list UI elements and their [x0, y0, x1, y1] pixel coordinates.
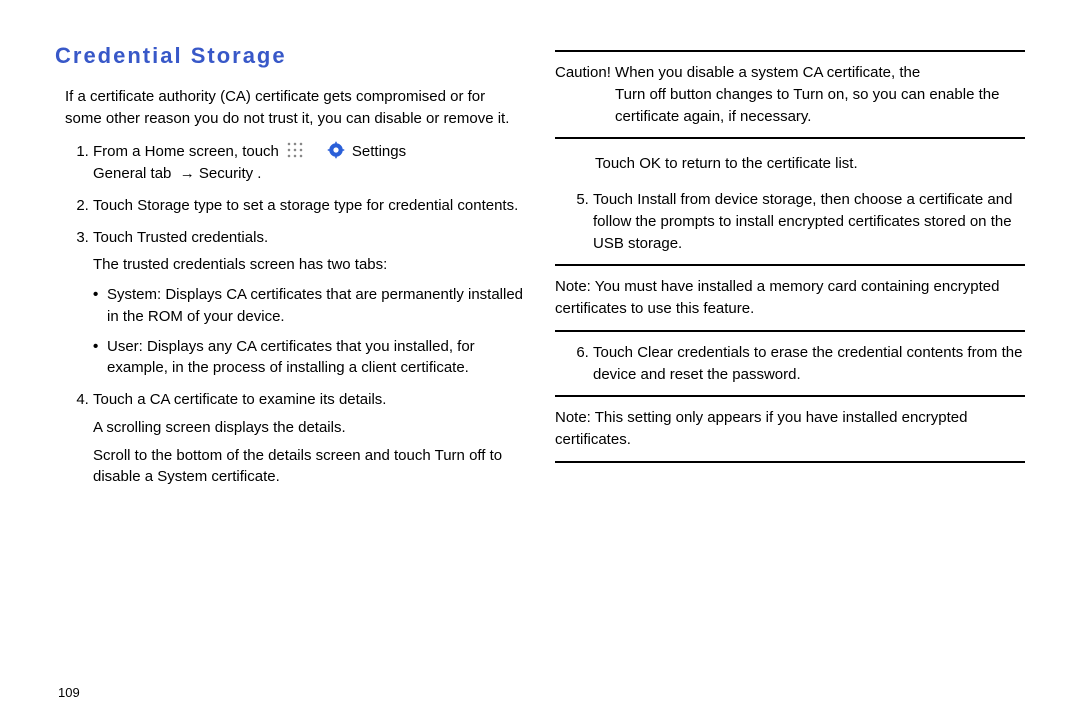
step2-bold: Storage type — [137, 197, 222, 214]
step2-b: to set a storage type for credential con… — [222, 197, 518, 214]
step-3: Touch Trusted credentials. The trusted c… — [93, 227, 525, 380]
caution-label: Caution! — [555, 64, 611, 81]
note2-text: This setting only appears if you have in… — [555, 409, 967, 448]
divider — [555, 461, 1025, 463]
steps-list: From a Home screen, touch Settings — [65, 141, 525, 488]
security-label: Security . — [199, 165, 262, 182]
divider — [555, 50, 1025, 52]
caution-a: When you disable a system CA certificate… — [611, 64, 920, 81]
intro-text: If a certificate authority (CA) certific… — [65, 86, 525, 130]
caution-b1: Turn off — [615, 86, 666, 103]
step4-a: Touch a CA certificate to examine its de… — [93, 391, 386, 408]
step3-sub: The trusted credentials screen has two t… — [93, 254, 525, 276]
step4-c1: Scroll to the bottom of the details scre… — [93, 447, 435, 464]
step1-text: From a Home screen, touch — [93, 143, 279, 160]
caution-b2: Turn on — [793, 86, 844, 103]
step4-cbold: Turn off — [435, 447, 486, 464]
section-title: Credential Storage — [55, 40, 525, 72]
step5-a: Touch — [593, 191, 637, 208]
manual-page: Credential Storage If a certificate auth… — [0, 0, 1080, 720]
step3-bold: Trusted credentials — [137, 229, 264, 246]
step4-b: A scrolling screen displays the details. — [93, 417, 525, 439]
page-number: 109 — [58, 685, 80, 700]
caution-block: Caution! When you disable a system CA ce… — [555, 62, 1025, 127]
divider — [555, 264, 1025, 266]
step5-bold: Install from device storage — [637, 191, 812, 208]
caution-body: Turn off button changes to Turn on, so y… — [555, 84, 1025, 128]
arrow: → — [180, 165, 195, 182]
step-6: Touch Clear credentials to erase the cre… — [593, 342, 1025, 386]
right-column: Caution! When you disable a system CA ce… — [555, 40, 1025, 700]
step4-c: Scroll to the bottom of the details scre… — [93, 445, 525, 489]
steps-list-right-2: Touch Clear credentials to erase the cre… — [565, 342, 1025, 386]
bullet-user-label: User — [107, 338, 139, 355]
tabs-bullets: System: Displays CA certificates that ar… — [75, 284, 525, 379]
caution-mid: button changes to — [666, 86, 793, 103]
note1-label: Note: — [555, 278, 591, 295]
note1-text: You must have installed a memory card co… — [555, 278, 999, 317]
steps-list-right: Touch Install from device storage, then … — [565, 189, 1025, 254]
ok-b: to return to the certificate list. — [661, 155, 858, 172]
step6-a: Touch — [593, 344, 637, 361]
note-1: Note: You must have installed a memory c… — [555, 276, 1025, 320]
bullet-user-text: : Displays any CA certificates that you … — [107, 338, 475, 377]
bullet-system-label: System — [107, 286, 157, 303]
divider — [555, 330, 1025, 332]
ok-bold: OK — [639, 155, 661, 172]
left-column: Credential Storage If a certificate auth… — [55, 40, 525, 700]
general-label: General — [93, 165, 146, 182]
step-5: Touch Install from device storage, then … — [593, 189, 1025, 254]
ok-line: Touch OK to return to the certificate li… — [555, 153, 1025, 175]
ok-a: Touch — [595, 155, 639, 172]
note2-label: Note: — [555, 409, 591, 426]
divider — [555, 395, 1025, 397]
settings-gear-icon — [327, 141, 345, 159]
bullet-system: System: Displays CA certificates that ar… — [93, 284, 525, 328]
bullet-user: User: Displays any CA certificates that … — [93, 336, 525, 380]
bullet-system-text: : Displays CA certificates that are perm… — [107, 286, 523, 325]
step2-a: Touch — [93, 197, 137, 214]
step-1: From a Home screen, touch Settings — [93, 141, 525, 185]
divider — [555, 137, 1025, 139]
step3-dot: . — [264, 229, 268, 246]
tab-word: tab — [151, 165, 172, 182]
step-2: Touch Storage type to set a storage type… — [93, 195, 525, 217]
step-4: Touch a CA certificate to examine its de… — [93, 389, 525, 488]
note-2: Note: This setting only appears if you h… — [555, 407, 1025, 451]
step6-bold: Clear credentials — [637, 344, 750, 361]
settings-label: Settings — [352, 143, 406, 160]
step3-a: Touch — [93, 229, 137, 246]
apps-grid-icon — [286, 141, 304, 159]
